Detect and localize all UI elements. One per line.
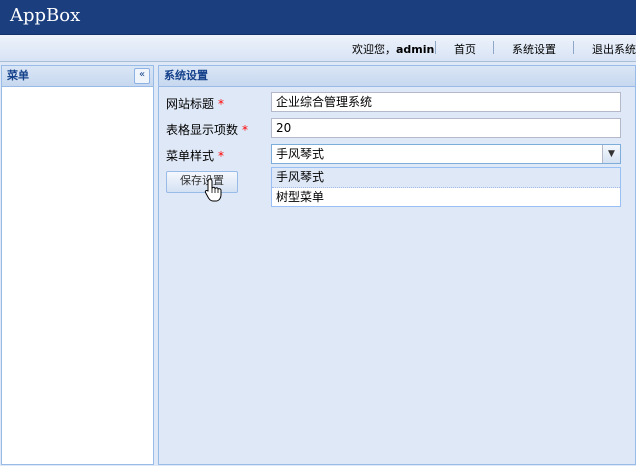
site-title-label-text: 网站标题 xyxy=(166,97,215,111)
logout-link[interactable]: 退出系统 xyxy=(592,41,636,57)
toolbar-separator xyxy=(573,41,574,54)
menu-style-value: 手风琴式 xyxy=(276,147,325,161)
page-size-input[interactable]: 20 xyxy=(271,118,621,138)
page-size-label-text: 表格显示项数 xyxy=(166,123,239,137)
menu-style-select[interactable]: 手风琴式 ▼ xyxy=(271,144,621,164)
collapse-icon[interactable]: « xyxy=(134,68,150,84)
save-settings-button[interactable]: 保存设置 xyxy=(166,171,238,193)
chevron-down-icon[interactable]: ▼ xyxy=(602,145,620,163)
settings-panel-header: 系统设置 xyxy=(159,66,635,87)
settings-panel-title: 系统设置 xyxy=(164,69,208,82)
dropdown-option-tree[interactable]: 树型菜单 xyxy=(272,188,620,207)
welcome-text: 欢迎您，admin xyxy=(352,41,434,57)
menu-style-label: 菜单样式 * xyxy=(166,147,224,164)
site-title-label: 网站标题 * xyxy=(166,95,224,112)
welcome-prefix: 欢迎您， xyxy=(352,43,396,56)
app-header: AppBox xyxy=(0,0,636,35)
menu-style-label-text: 菜单样式 xyxy=(166,149,215,163)
sidebar-panel: 菜单 « xyxy=(1,65,154,465)
site-title-input[interactable]: 企业综合管理系统 xyxy=(271,92,621,112)
app-title: AppBox xyxy=(10,5,81,26)
home-link[interactable]: 首页 xyxy=(454,41,476,57)
required-marker: * xyxy=(218,97,225,111)
dropdown-option-accordion[interactable]: 手风琴式 xyxy=(272,168,620,188)
required-marker: * xyxy=(218,149,225,163)
settings-link[interactable]: 系统设置 xyxy=(512,41,556,57)
sidebar-title: 菜单 xyxy=(7,69,29,82)
settings-panel: 系统设置 网站标题 * 企业综合管理系统 表格显示项数 * 20 菜单样式 * 手风琴… xyxy=(158,65,636,465)
toolbar-separator xyxy=(493,41,494,54)
toolbar-separator xyxy=(435,41,436,54)
top-toolbar: 欢迎您，admin 首页 系统设置 退出系统 xyxy=(0,35,636,62)
menu-style-dropdown: 手风琴式 树型菜单 xyxy=(271,167,621,207)
sidebar-header: 菜单 « xyxy=(2,66,153,87)
username: admin xyxy=(396,43,435,56)
required-marker: * xyxy=(242,123,249,137)
page-size-label: 表格显示项数 * xyxy=(166,121,248,138)
hand-cursor-icon xyxy=(204,178,222,202)
